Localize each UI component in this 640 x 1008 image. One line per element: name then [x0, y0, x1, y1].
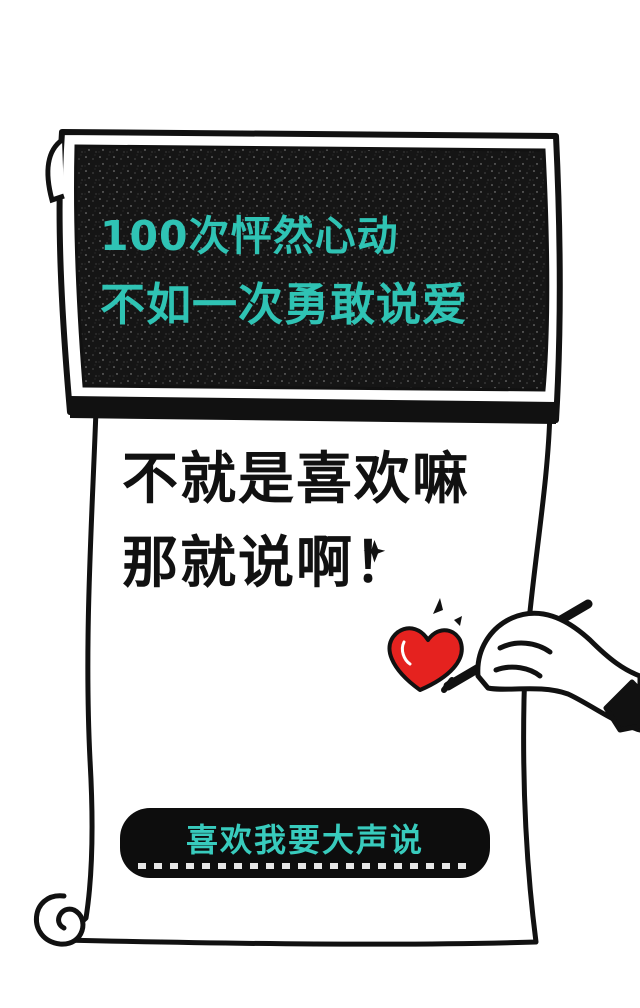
- shout-love-button-label: 喜欢我要大声说: [185, 821, 424, 859]
- slogan-line-2: 那就说啊！: [122, 531, 412, 596]
- scroll-curl: [33, 893, 86, 947]
- shout-love-button[interactable]: 喜欢我要大声说: [120, 808, 490, 878]
- button-stripe-decoration: [138, 863, 472, 869]
- chalkboard: [73, 144, 550, 392]
- slogan-line-1: 不就是喜欢嘛: [122, 447, 470, 512]
- banner-headline-line-2: 不如一次勇敢说爱: [100, 278, 469, 331]
- poster-page: 100次怦然心动 不如一次勇敢说爱 不就是喜欢嘛 那就说啊！ 喜欢我要大声说: [0, 0, 640, 1008]
- banner-headline-line-1: 100次怦然心动: [100, 212, 399, 260]
